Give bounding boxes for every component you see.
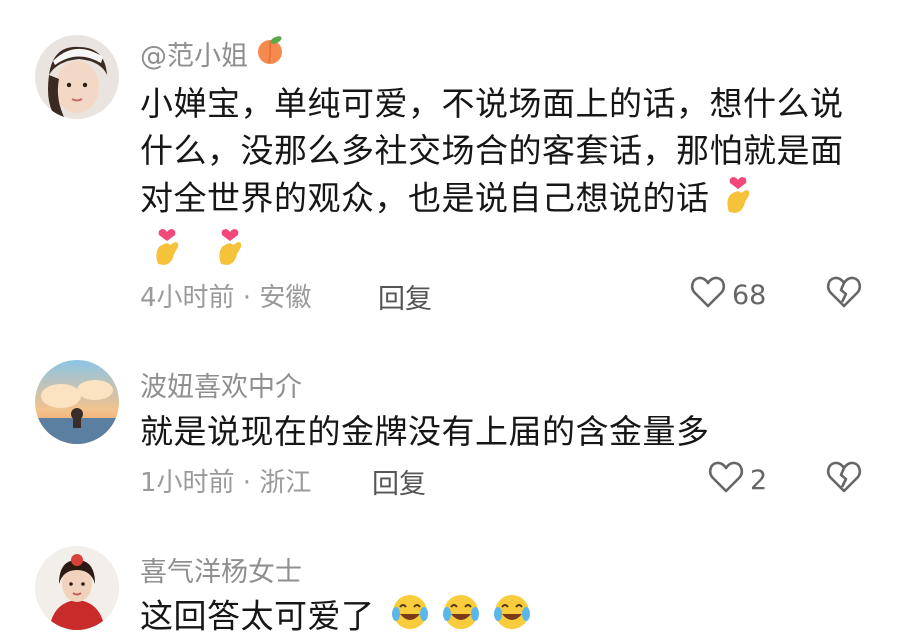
comment-text: 这回答太可爱了 — [140, 592, 860, 644]
avatar[interactable] — [35, 35, 119, 119]
username-text: @范小姐 — [140, 41, 248, 72]
heart-icon — [690, 275, 726, 316]
broken-heart-icon — [826, 460, 862, 498]
username[interactable]: @范小姐 — [140, 34, 286, 73]
comment-text: 就是说现在的金牌没有上届的含金量多 — [140, 408, 860, 455]
username-text: 波妞喜欢中介 — [140, 372, 302, 403]
dislike-button[interactable] — [826, 460, 862, 498]
username-text: 喜气洋杨女士 — [140, 557, 302, 588]
comment-text: 小婵宝，单纯可爱，不说场面上的话，想什么说什么，没那么多社交场合的客套话，那怕就… — [140, 80, 860, 278]
heart-icon — [708, 460, 744, 501]
like-button[interactable]: 68 — [690, 275, 766, 316]
finger-heart-icon — [150, 226, 184, 278]
reply-button[interactable]: 回复 — [372, 462, 426, 501]
avatar[interactable] — [35, 546, 119, 630]
like-count: 2 — [750, 465, 768, 496]
finger-heart-icon — [721, 174, 755, 226]
finger-heart-icon — [213, 226, 247, 278]
username[interactable]: 喜气洋杨女士 — [140, 550, 302, 589]
avatar[interactable] — [35, 360, 119, 444]
dislike-button[interactable] — [826, 275, 862, 313]
laughing-tears-icon — [441, 592, 481, 644]
comment-meta: 4小时前 · 安徽 — [140, 283, 312, 313]
like-button[interactable]: 2 — [708, 460, 767, 501]
username[interactable]: 波妞喜欢中介 — [140, 365, 302, 404]
comment-text-content: 就是说现在的金牌没有上届的含金量多 — [140, 412, 710, 451]
like-count: 68 — [732, 280, 767, 311]
peach-icon — [254, 34, 286, 73]
reply-button[interactable]: 回复 — [378, 277, 432, 316]
laughing-tears-icon — [492, 592, 532, 644]
comment-meta: 1小时前 · 浙江 — [140, 468, 312, 498]
laughing-tears-icon — [390, 592, 430, 644]
comment-text-content: 这回答太可爱了 — [140, 596, 375, 636]
broken-heart-icon — [826, 275, 862, 313]
